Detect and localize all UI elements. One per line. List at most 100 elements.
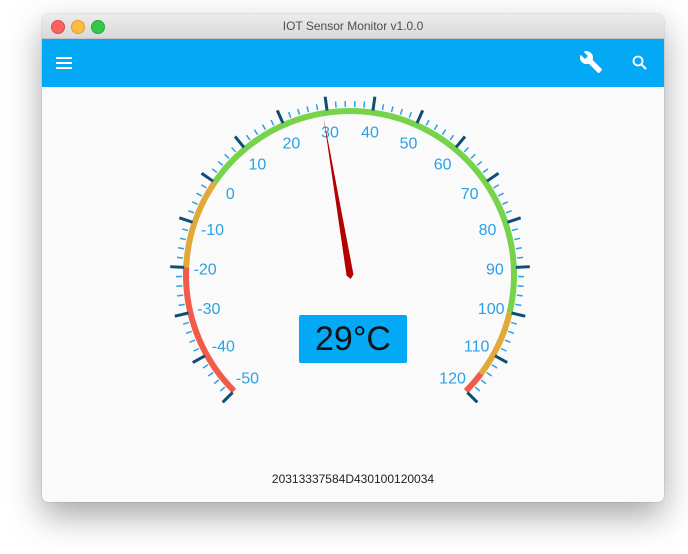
gauge-minor-tick xyxy=(177,294,184,297)
gauge-minor-tick xyxy=(470,153,476,159)
gauge-tick-label: 50 xyxy=(400,135,418,152)
gauge-minor-tick xyxy=(510,321,518,325)
gauge-major-tick xyxy=(275,109,285,124)
gauge-minor-tick xyxy=(500,347,507,352)
gauge-tick-label: 40 xyxy=(361,124,379,141)
gauge-minor-tick xyxy=(224,153,230,159)
gauge-tick-label: 10 xyxy=(248,156,266,173)
gauge-minor-tick xyxy=(207,371,214,377)
gauge-minor-tick xyxy=(200,184,207,189)
gauge-minor-tick xyxy=(515,303,522,307)
gauge-tick-label: 0 xyxy=(226,186,235,203)
gauge-major-tick xyxy=(221,391,234,404)
gauge-major-tick xyxy=(506,216,522,224)
gauge-tick-label: -30 xyxy=(197,301,220,318)
gauge-tick-label: 70 xyxy=(461,186,479,203)
gauge-major-tick xyxy=(515,265,530,269)
gauge-minor-tick xyxy=(176,256,183,259)
gauge-minor-tick xyxy=(213,379,220,385)
wrench-icon[interactable] xyxy=(579,50,603,74)
gauge-major-tick xyxy=(233,135,246,149)
gauge-minor-tick xyxy=(270,119,275,126)
gauge-major-tick xyxy=(486,172,500,183)
gauge-major-tick xyxy=(494,354,508,364)
gauge-minor-tick xyxy=(178,303,185,307)
gauge-tick-label: -40 xyxy=(212,339,235,356)
gauge-minor-tick xyxy=(463,146,469,153)
gauge-minor-tick xyxy=(193,347,200,352)
gauge-minor-tick xyxy=(253,129,259,136)
device-serial-number: 20313337584D430100120034 xyxy=(271,472,435,486)
gauge-minor-tick xyxy=(514,237,521,241)
gauge-minor-tick xyxy=(399,108,403,115)
gauge-minor-tick xyxy=(390,106,394,113)
gauge-minor-tick xyxy=(287,111,292,119)
gauge-minor-tick xyxy=(188,209,195,214)
gauge-minor-tick xyxy=(191,201,198,205)
gauge-minor-tick xyxy=(516,294,523,297)
gauge-minor-tick xyxy=(504,339,511,344)
gauge-minor-tick xyxy=(219,386,226,392)
gauge-minor-tick xyxy=(476,160,483,166)
gauge-minor-tick xyxy=(449,134,455,141)
gauge-major-tick xyxy=(511,311,526,318)
gauge-needle xyxy=(323,117,354,279)
gauge-minor-tick xyxy=(178,247,185,250)
gauge-major-tick xyxy=(323,96,329,111)
gauge-major-tick xyxy=(371,96,377,111)
gauge-minor-tick xyxy=(217,160,224,166)
gauge-major-tick xyxy=(454,135,467,149)
gauge-minor-tick xyxy=(196,192,203,197)
gauge-major-tick xyxy=(170,265,185,269)
app-toolbar xyxy=(42,39,664,87)
gauge-minor-tick xyxy=(231,146,237,153)
gauge-minor-tick xyxy=(474,386,481,392)
gauge-tick-label: 30 xyxy=(321,124,339,141)
gauge-minor-tick xyxy=(315,104,319,111)
gauge-minor-tick xyxy=(441,129,447,136)
gauge-tick-label: 90 xyxy=(486,261,504,278)
gauge-color-band xyxy=(463,372,484,394)
gauge-minor-tick xyxy=(497,192,504,197)
gauge-minor-tick xyxy=(381,104,385,111)
gauge-minor-tick xyxy=(502,201,509,205)
gauge-tick-label: 100 xyxy=(478,301,505,318)
gauge-major-tick xyxy=(466,391,479,404)
gauge-major-tick xyxy=(200,172,214,183)
gauge-minor-tick xyxy=(261,124,267,131)
gauge-minor-tick xyxy=(491,364,498,369)
gauge-minor-tick xyxy=(189,339,196,344)
gauge-tick-label: 110 xyxy=(464,339,490,356)
gauge-tick-label: 80 xyxy=(479,222,497,239)
gauge-minor-tick xyxy=(211,168,218,174)
gauge-minor-tick xyxy=(202,364,209,369)
temperature-readout: 29°C xyxy=(299,315,407,363)
gauge-minor-tick xyxy=(425,119,430,126)
hamburger-menu-icon[interactable] xyxy=(56,55,74,71)
gauge-minor-tick xyxy=(480,379,487,385)
gauge-major-tick xyxy=(174,311,189,318)
gauge-minor-tick xyxy=(182,228,189,232)
title-bar[interactable]: IOT Sensor Monitor v1.0.0 xyxy=(42,14,664,39)
search-icon[interactable] xyxy=(631,54,649,72)
gauge-minor-tick xyxy=(482,168,489,174)
gauge-minor-tick xyxy=(185,330,192,335)
gauge-tick-label: 60 xyxy=(434,156,452,173)
gauge-tick-label: 120 xyxy=(439,371,466,388)
gauge-minor-tick xyxy=(493,184,500,189)
gauge-major-tick xyxy=(192,354,206,364)
gauge-color-band xyxy=(183,267,237,394)
gauge-minor-tick xyxy=(511,228,518,232)
gauge-tick-label: 20 xyxy=(283,135,301,152)
gauge-minor-tick xyxy=(517,256,524,259)
gauge-tick-label: -50 xyxy=(236,371,259,388)
gauge-minor-tick xyxy=(408,111,413,119)
gauge-minor-tick xyxy=(179,237,186,241)
window-title: IOT Sensor Monitor v1.0.0 xyxy=(282,19,424,33)
gauge-minor-tick xyxy=(508,330,515,335)
gauge-minor-tick xyxy=(245,134,251,141)
gauge-tick-label: -20 xyxy=(194,261,217,278)
gauge-minor-tick xyxy=(433,124,439,131)
gauge-minor-tick xyxy=(505,209,512,214)
app-window: IOT Sensor Monitor v1.0.0 -50 -40 -30 -20 -1… xyxy=(42,14,664,502)
